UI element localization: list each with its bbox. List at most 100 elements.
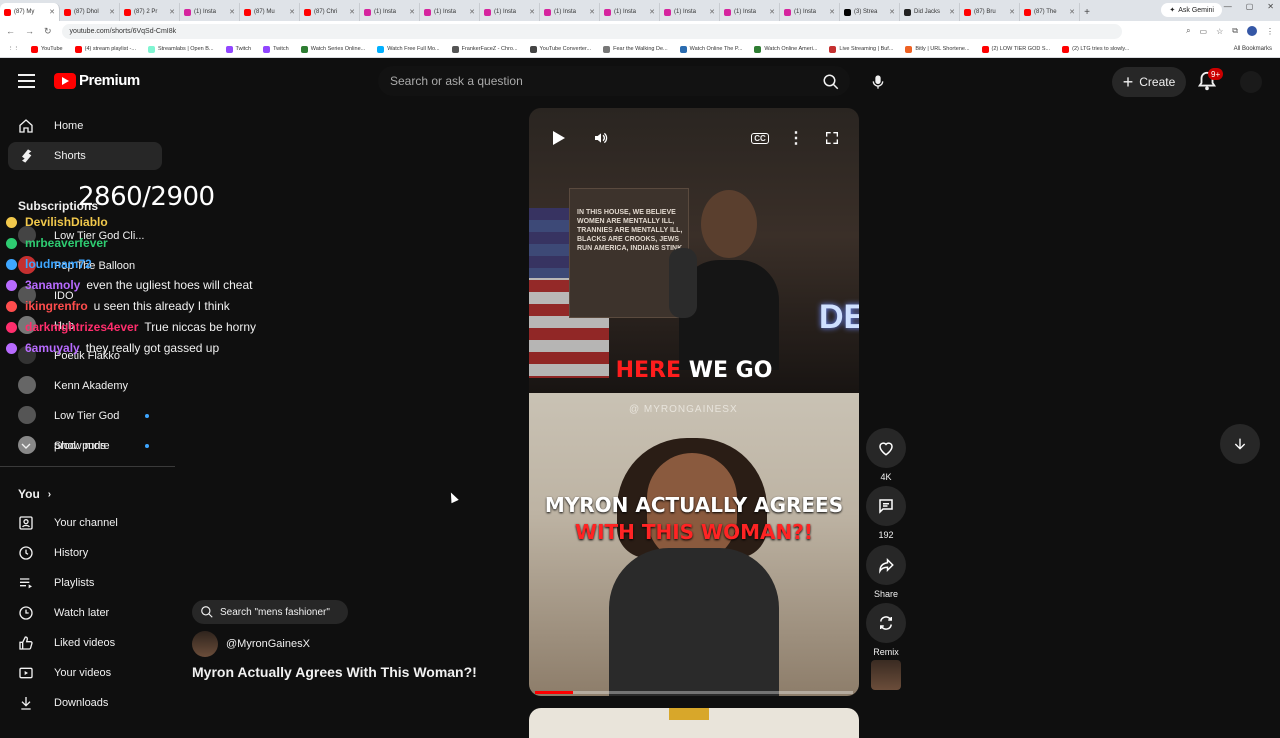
minimize-icon[interactable]: — [1224,2,1232,11]
search-button[interactable] [816,67,846,97]
browser-tab[interactable]: (1) Insta ✕ [540,3,600,21]
tab-close-icon[interactable]: ✕ [949,8,955,16]
new-tab-button[interactable]: + [1080,3,1094,21]
tab-close-icon[interactable]: ✕ [349,8,355,16]
tab-close-icon[interactable]: ✕ [109,8,115,16]
bookmark-item[interactable]: Watch Series Online... [300,45,365,53]
tab-close-icon[interactable]: ✕ [529,8,535,16]
zoom-icon[interactable]: ⌕ [1186,26,1190,36]
browser-tab[interactable]: (87) 2 Pr ✕ [120,3,180,21]
browser-tab[interactable]: (1) Insta ✕ [600,3,660,21]
tab-close-icon[interactable]: ✕ [829,8,835,16]
sidebar-item-playlists[interactable]: Playlists [8,569,162,597]
browser-tab[interactable]: (1) Insta ✕ [720,3,780,21]
bookmark-item[interactable]: Live Streaming | Buf... [829,45,893,53]
youtube-premium-logo[interactable]: Premium [54,72,140,89]
more-options-button[interactable]: ⋮ [786,128,806,148]
bookmark-item[interactable]: Watch Online The P... [679,45,742,53]
browser-tab[interactable]: (3) Strea ✕ [840,3,900,21]
bookmark-item[interactable]: Streamlabs | Open B... [147,45,214,53]
browser-tab[interactable]: (1) Insta ✕ [480,3,540,21]
bookmark-item[interactable]: YouTube [31,45,63,53]
next-short-preview[interactable] [529,708,859,738]
short-title[interactable]: Myron Actually Agrees With This Woman?! [192,664,477,680]
bookmark-item[interactable]: YouTube Converter... [529,45,591,53]
subscription-item[interactable]: Kenn Akademy [8,372,162,400]
back-icon[interactable]: ← [6,26,15,36]
url-field[interactable]: youtube.com/shorts/6VqSd-CmI8k [61,23,1122,39]
bookmark-item[interactable]: Fear the Walking De... [603,45,668,53]
related-search-chip[interactable]: Search "mens fashioner" [192,600,348,624]
browser-tab[interactable]: Did Jacks ✕ [900,3,960,21]
voice-search-button[interactable] [862,66,894,98]
tab-close-icon[interactable]: ✕ [409,8,415,16]
tab-close-icon[interactable]: ✕ [469,8,475,16]
tab-close-icon[interactable]: ✕ [649,8,655,16]
maximize-icon[interactable]: ▢ [1246,2,1254,11]
sidebar-item-history[interactable]: History [8,539,162,567]
forward-icon[interactable]: → [25,26,34,36]
create-button[interactable]: + Create [1112,67,1186,97]
bookmark-star-icon[interactable]: ☆ [1216,27,1223,36]
bookmark-item[interactable]: FrankerFaceZ - Chro... [451,45,518,53]
tab-close-icon[interactable]: ✕ [709,8,715,16]
sidebar-item-channel[interactable]: Your channel [8,509,162,537]
next-short-button[interactable] [1220,424,1260,464]
like-button[interactable]: 4K [866,428,906,482]
channel-link[interactable]: @MyronGainesX [192,631,310,657]
browser-tab[interactable]: (87) Chri ✕ [300,3,360,21]
bookmark-item[interactable]: (2) LOW TIER GOD S... [981,45,1050,53]
tab-close-icon[interactable]: ✕ [1069,8,1075,16]
captions-button[interactable]: CC [750,128,770,148]
share-button[interactable]: Share [866,545,906,599]
play-button[interactable] [549,128,569,148]
bookmark-item[interactable]: Twitch [263,45,289,53]
menu-icon[interactable] [18,74,35,88]
browser-tab[interactable]: (87) The ✕ [1020,3,1080,21]
tab-close-icon[interactable]: ✕ [889,8,895,16]
bookmark-item[interactable]: Watch Free Full Mo... [377,45,440,53]
tab-close-icon[interactable]: ✕ [769,8,775,16]
bookmark-item[interactable]: Twitch [225,45,251,53]
sidebar-item-shorts[interactable]: Shorts [8,142,162,170]
sound-source-thumbnail[interactable] [871,660,901,690]
apps-icon[interactable]: ⋮⋮ [8,46,19,52]
sidebar-item-like[interactable]: Liked videos [8,629,162,657]
tab-close-icon[interactable]: ✕ [229,8,235,16]
browser-tab[interactable]: (87) Mu ✕ [240,3,300,21]
browser-tab[interactable]: (1) Insta ✕ [660,3,720,21]
browser-tab[interactable]: (1) Insta ✕ [180,3,240,21]
sidebar-item-home[interactable]: Home [8,112,162,140]
tab-close-icon[interactable]: ✕ [49,8,55,16]
show-more-button[interactable]: Show more [8,432,162,460]
sidebar-item-downloads[interactable]: Downloads [8,689,162,717]
video-progress-bar[interactable] [535,691,853,694]
reload-icon[interactable]: ↻ [44,26,52,37]
close-window-icon[interactable]: ✕ [1267,2,1274,11]
fullscreen-button[interactable] [822,128,842,148]
tab-close-icon[interactable]: ✕ [589,8,595,16]
volume-button[interactable] [591,128,611,148]
comments-button[interactable]: 192 [866,486,906,540]
profile-avatar[interactable] [1247,26,1257,36]
all-bookmarks-button[interactable]: All Bookmarks [1234,46,1272,52]
account-avatar[interactable] [1240,71,1262,93]
ask-gemini-button[interactable]: ✦ Ask Gemini [1161,3,1222,17]
browser-tab[interactable]: (87) My ✕ [0,3,60,21]
sidebar-item-watch-later[interactable]: Watch later [8,599,162,627]
tab-close-icon[interactable]: ✕ [289,8,295,16]
tab-close-icon[interactable]: ✕ [1009,8,1015,16]
extensions-icon[interactable]: ⧉ [1232,26,1238,36]
bookmark-item[interactable]: Bitly | URL Shortene... [905,45,970,53]
browser-tab[interactable]: (87) Bru ✕ [960,3,1020,21]
browser-tab[interactable]: (87) Dhol ✕ [60,3,120,21]
menu-dots-icon[interactable]: ⋮ [1266,27,1274,36]
browser-tab[interactable]: (1) Insta ✕ [420,3,480,21]
bookmark-item[interactable]: (4) stream playlist -... [74,45,136,53]
short-video-player[interactable]: IN THIS HOUSE, WE BELIEVE WOMEN ARE MENT… [529,108,859,696]
bookmark-item[interactable]: Watch Online Ameri... [754,45,817,53]
bookmark-item[interactable]: (2) LTG tries to slowly... [1062,45,1129,53]
cast-icon[interactable]: ▭ [1200,27,1208,36]
you-heading[interactable]: You › [18,487,51,501]
browser-tab[interactable]: (1) Insta ✕ [360,3,420,21]
